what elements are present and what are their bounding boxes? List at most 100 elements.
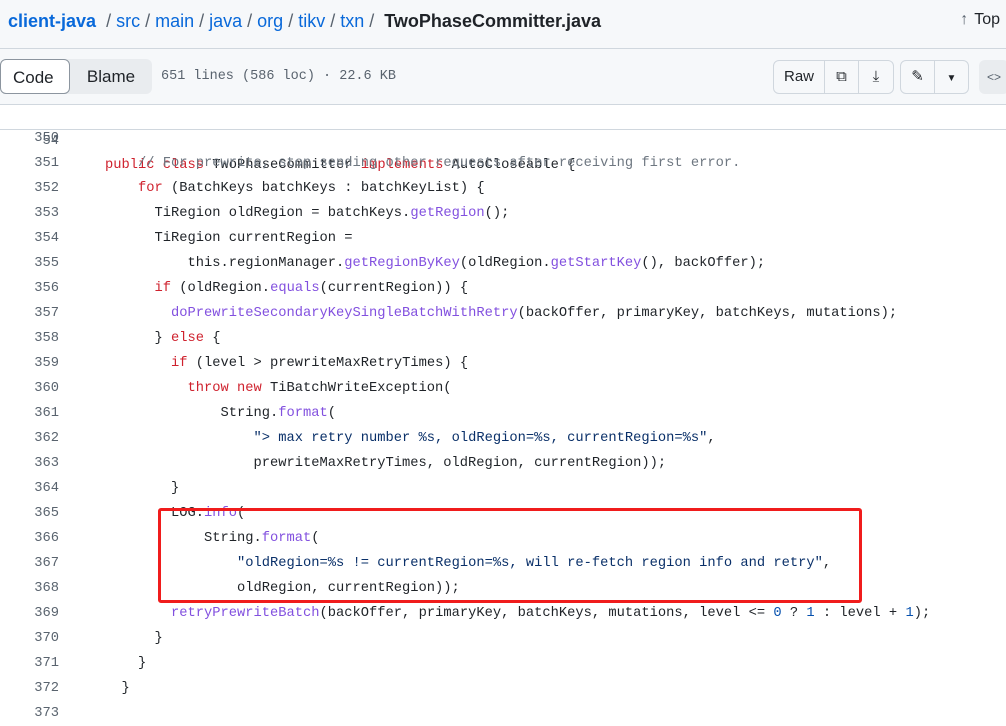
code-line: 351 // For prewrite, stop sending other …	[0, 151, 1006, 176]
code-line: 360 throw new TiBatchWriteException(	[0, 376, 1006, 401]
code-line: 364 }	[0, 476, 1006, 501]
breadcrumb-link[interactable]: org	[257, 11, 283, 31]
raw-actions: Raw ⧉ ⤓	[773, 60, 894, 94]
code-text: }	[105, 676, 130, 701]
code-token: prewriteMaxRetryTimes, oldRegion, curren…	[105, 456, 667, 471]
code-token: ();	[484, 206, 510, 221]
line-number[interactable]: 366	[0, 526, 59, 551]
code-line: 363 prewriteMaxRetryTimes, oldRegion, cu…	[0, 451, 1006, 476]
line-number[interactable]: 364	[0, 476, 59, 501]
code-text: if (level > prewriteMaxRetryTimes) {	[105, 351, 468, 376]
code-token: getStartKey	[550, 256, 642, 271]
line-number[interactable]: 357	[0, 301, 59, 326]
code-line: 369 retryPrewriteBatch(backOffer, primar…	[0, 601, 1006, 626]
line-number[interactable]: 350	[0, 126, 59, 151]
breadcrumb-link[interactable]: main	[155, 11, 194, 31]
edit-button[interactable]: ✎	[901, 61, 935, 93]
line-number[interactable]: 351	[0, 151, 59, 176]
code-token: retryPrewriteBatch	[171, 606, 320, 621]
line-number[interactable]: 356	[0, 276, 59, 301]
code-line: 358 } else {	[0, 326, 1006, 351]
breadcrumb-link[interactable]: tikv	[298, 11, 325, 31]
line-number[interactable]: 370	[0, 626, 59, 651]
breadcrumb-separator: /	[106, 11, 112, 31]
code-text: // For prewrite, stop sending other requ…	[105, 151, 740, 176]
line-number[interactable]: 362	[0, 426, 59, 451]
code-text: TiRegion oldRegion = batchKeys.getRegion…	[105, 201, 510, 226]
code-token: {	[204, 331, 221, 346]
code-text: throw new TiBatchWriteException(	[105, 376, 452, 401]
code-token: (BatchKeys batchKeys : batchKeyList) {	[162, 181, 485, 196]
code-token: (currentRegion)) {	[319, 281, 469, 296]
line-number[interactable]: 373	[0, 701, 59, 726]
code-text: doPrewriteSecondaryKeySingleBatchWithRet…	[105, 301, 897, 326]
code-token: (	[327, 406, 337, 421]
line-number[interactable]: 358	[0, 326, 59, 351]
code-token: String.	[105, 406, 279, 421]
top-link[interactable]: ↑ Top	[960, 11, 1000, 29]
code-token: if	[171, 356, 188, 371]
code-token: 0	[773, 606, 782, 621]
top-label: Top	[974, 11, 1000, 28]
line-number[interactable]: 361	[0, 401, 59, 426]
line-number[interactable]: 355	[0, 251, 59, 276]
code-text: for (BatchKeys batchKeys : batchKeyList)…	[105, 176, 485, 201]
line-number[interactable]: 365	[0, 501, 59, 526]
copy-button[interactable]: ⧉	[825, 61, 859, 93]
code-token: }	[105, 656, 147, 671]
code-token: }	[105, 481, 180, 496]
breadcrumb-link[interactable]: src	[116, 11, 140, 31]
code-token: (level > prewriteMaxRetryTimes) {	[187, 356, 469, 371]
code-token: equals	[270, 281, 320, 296]
breadcrumb: client-java / src / main / java / org / tikv / txn /…	[8, 11, 601, 32]
line-number[interactable]: 360	[0, 376, 59, 401]
breadcrumb-separator: /	[247, 11, 253, 31]
breadcrumb-link[interactable]: java	[209, 11, 242, 31]
tab-code[interactable]: Code	[0, 59, 70, 94]
code-text: }	[105, 651, 146, 676]
download-button[interactable]: ⤓	[859, 61, 893, 93]
code-token: doPrewriteSecondaryKeySingleBatchWithRet…	[171, 306, 518, 321]
code-line: 350	[0, 126, 1006, 151]
highlight-box	[158, 508, 862, 603]
edit-actions: ✎ ▼	[900, 60, 969, 94]
code-token: format	[278, 406, 328, 421]
code-token: ,	[707, 431, 716, 446]
line-number[interactable]: 353	[0, 201, 59, 226]
code-token: }	[105, 331, 172, 346]
edit-dropdown-button[interactable]: ▼	[935, 61, 968, 93]
line-number[interactable]: 352	[0, 176, 59, 201]
line-number[interactable]: 368	[0, 576, 59, 601]
code-line: 372 }	[0, 676, 1006, 701]
line-number[interactable]: 372	[0, 676, 59, 701]
line-number[interactable]: 371	[0, 651, 59, 676]
line-number[interactable]: 359	[0, 351, 59, 376]
breadcrumb-separator: /	[330, 11, 336, 31]
raw-button[interactable]: Raw	[774, 61, 825, 93]
line-number[interactable]: 367	[0, 551, 59, 576]
code-token: (oldRegion.	[459, 256, 551, 271]
code-token: 1	[806, 606, 815, 621]
line-number[interactable]: 354	[0, 226, 59, 251]
breadcrumb-link[interactable]: txn	[340, 11, 364, 31]
code-text: if (oldRegion.equals(currentRegion)) {	[105, 276, 469, 301]
code-token: this.regionManager.	[105, 256, 345, 271]
line-number[interactable]: 363	[0, 451, 59, 476]
breadcrumb-repo-link[interactable]: client-java	[8, 11, 96, 31]
file-toolbar: Code Blame 651 lines (586 loc) · 22.6 KB…	[0, 49, 1006, 105]
code-token: getRegionByKey	[344, 256, 460, 271]
symbols-button[interactable]: <>	[979, 60, 1006, 94]
line-number[interactable]: 369	[0, 601, 59, 626]
code-line: 357 doPrewriteSecondaryKeySingleBatchWit…	[0, 301, 1006, 326]
code-text: } else {	[105, 326, 221, 351]
code-line: 356 if (oldRegion.equals(currentRegion))…	[0, 276, 1006, 301]
code-line: 370 }	[0, 626, 1006, 651]
tab-blame[interactable]: Blame	[70, 59, 152, 94]
code-token: TiBatchWriteException(	[261, 381, 452, 396]
